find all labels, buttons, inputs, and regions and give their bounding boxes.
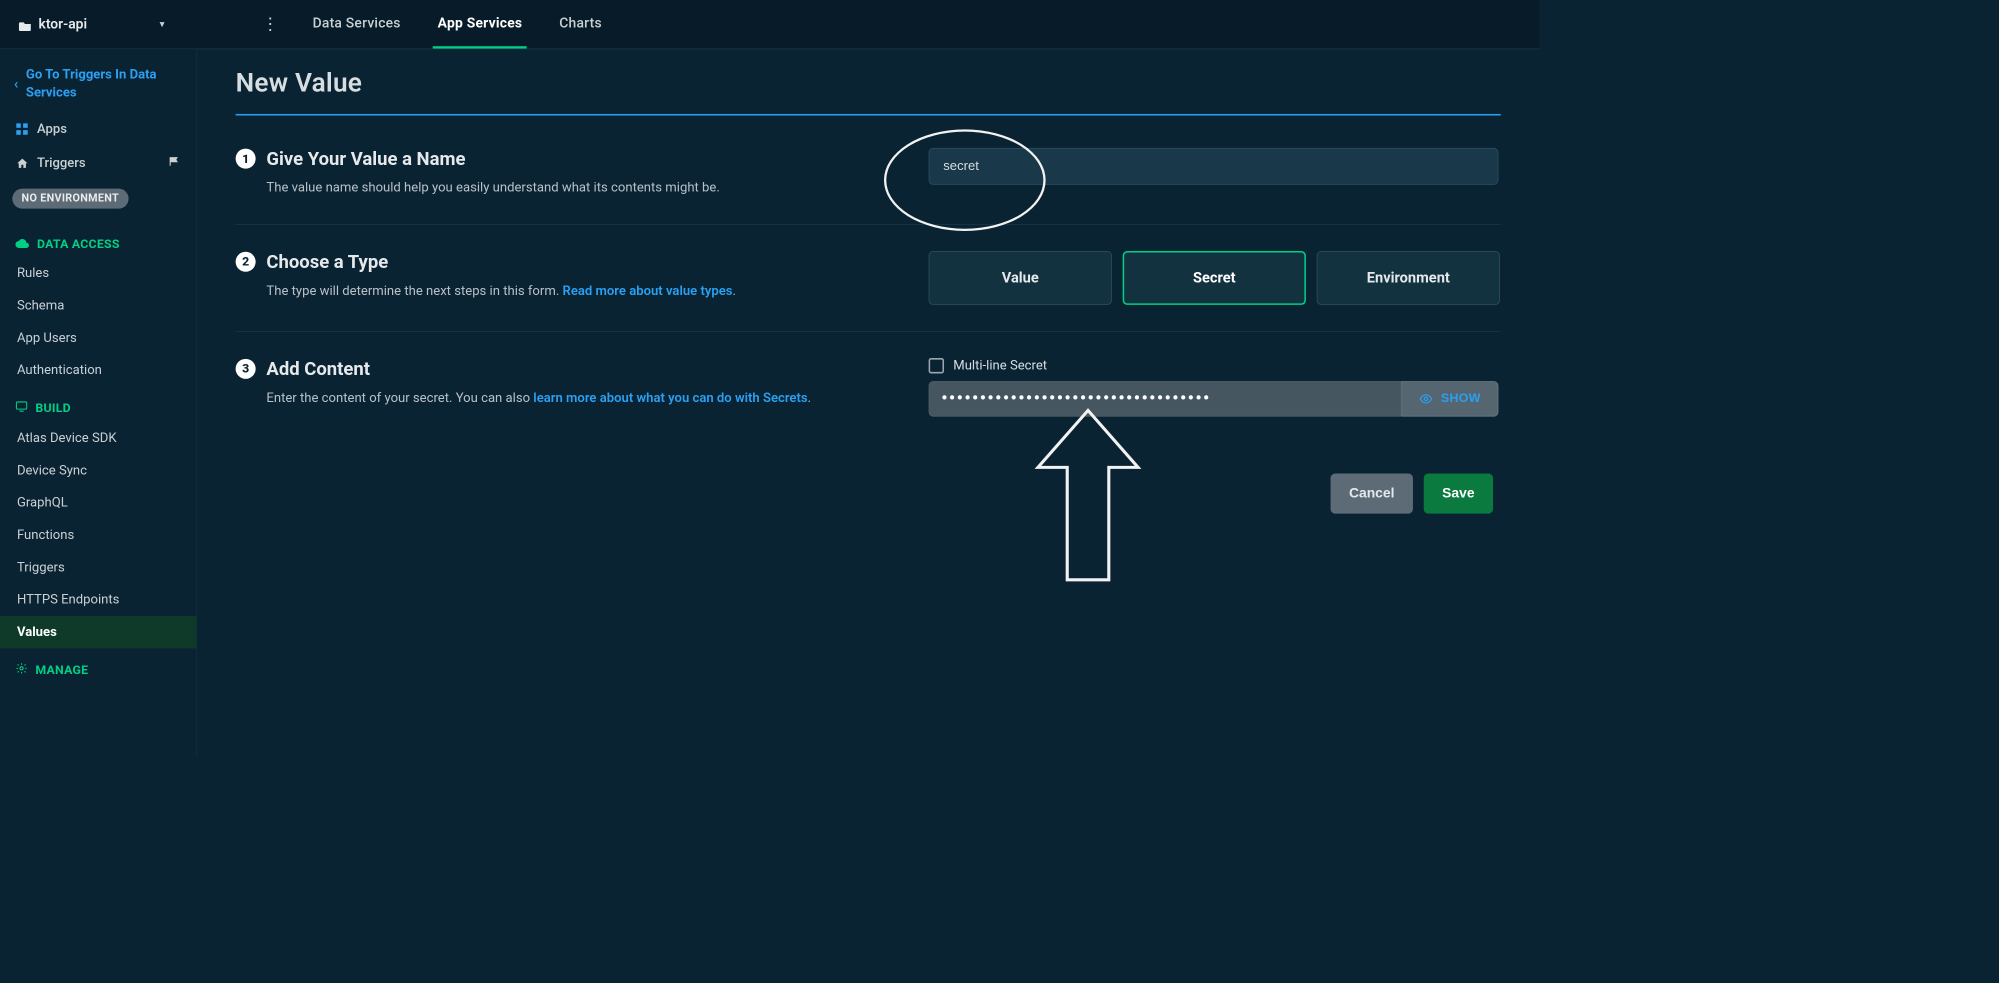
secret-content-input[interactable] xyxy=(929,381,1402,416)
show-label: SHOW xyxy=(1441,392,1481,406)
folder-icon xyxy=(18,19,32,30)
chevron-down-icon: ▼ xyxy=(158,19,166,29)
sidebar-item-atlas-sdk[interactable]: Atlas Device SDK xyxy=(0,422,196,454)
main-content: New Value 1 Give Your Value a Name The v… xyxy=(197,49,1539,757)
chevron-left-icon: ‹ xyxy=(14,76,18,95)
home-icon xyxy=(15,157,29,171)
sidebar-item-app-users[interactable]: App Users xyxy=(0,322,196,354)
sidebar-item-functions[interactable]: Functions xyxy=(0,519,196,551)
form-actions: Cancel Save xyxy=(236,473,1501,513)
sidebar-item-label: Apps xyxy=(37,122,67,137)
sidebar-item-rules[interactable]: Rules xyxy=(0,257,196,289)
value-name-input[interactable] xyxy=(929,148,1499,185)
sidebar: ‹ Go To Triggers In Data Services Apps T… xyxy=(0,49,197,757)
value-types-link[interactable]: Read more about value types xyxy=(563,283,733,298)
back-to-triggers[interactable]: ‹ Go To Triggers In Data Services xyxy=(0,63,196,112)
sidebar-item-triggers-root[interactable]: Triggers xyxy=(0,146,196,181)
step-2-title: Choose a Type xyxy=(266,251,897,273)
section-data-access: DATA ACCESS xyxy=(0,222,196,257)
step-badge-3: 3 xyxy=(236,359,256,379)
save-button[interactable]: Save xyxy=(1424,473,1493,513)
cloud-icon xyxy=(15,236,29,251)
flag-icon xyxy=(169,155,181,171)
tab-app-services[interactable]: App Services xyxy=(433,0,527,48)
tab-charts[interactable]: Charts xyxy=(555,0,607,48)
sidebar-item-schema[interactable]: Schema xyxy=(0,289,196,321)
eye-icon xyxy=(1419,392,1433,406)
type-option-secret[interactable]: Secret xyxy=(1123,251,1306,305)
multiline-label: Multi-line Secret xyxy=(953,358,1047,373)
back-label: Go To Triggers In Data Services xyxy=(26,66,181,101)
secrets-learn-more-link[interactable]: learn more about what you can do with Se… xyxy=(533,390,807,405)
step-badge-1: 1 xyxy=(236,149,256,169)
project-selector[interactable]: ktor-api ▼ xyxy=(18,16,251,32)
step-3-desc: Enter the content of your secret. You ca… xyxy=(266,389,897,408)
step-badge-2: 2 xyxy=(236,252,256,272)
step-2-desc: The type will determine the next steps i… xyxy=(266,282,897,301)
step-2: 2 Choose a Type The type will determine … xyxy=(236,225,1501,332)
step-3: 3 Add Content Enter the content of your … xyxy=(236,332,1501,443)
step-1: 1 Give Your Value a Name The value name … xyxy=(236,122,1501,225)
monitor-icon xyxy=(15,400,27,415)
sidebar-item-graphql[interactable]: GraphQL xyxy=(0,487,196,519)
sidebar-item-label: Triggers xyxy=(37,156,86,171)
multiline-checkbox[interactable]: Multi-line Secret xyxy=(929,358,1501,373)
checkbox-icon xyxy=(929,358,944,373)
tab-data-services[interactable]: Data Services xyxy=(308,0,405,48)
page-title: New Value xyxy=(236,68,1501,99)
cancel-button[interactable]: Cancel xyxy=(1330,473,1412,513)
topbar: ktor-api ▼ ⋮ Data Services App Services … xyxy=(0,0,1539,49)
apps-icon xyxy=(15,122,29,136)
section-build: BUILD xyxy=(0,386,196,421)
section-manage: MANAGE xyxy=(0,648,196,683)
type-selector: Value Secret Environment xyxy=(929,251,1501,305)
show-secret-button[interactable]: SHOW xyxy=(1402,381,1499,416)
sidebar-item-authentication[interactable]: Authentication xyxy=(0,354,196,386)
sidebar-item-device-sync[interactable]: Device Sync xyxy=(0,454,196,486)
step-1-title: Give Your Value a Name xyxy=(266,148,897,170)
sidebar-item-triggers[interactable]: Triggers xyxy=(0,551,196,583)
type-option-value[interactable]: Value xyxy=(929,251,1112,305)
sidebar-item-apps[interactable]: Apps xyxy=(0,112,196,146)
top-tabs: Data Services App Services Charts xyxy=(308,0,606,48)
type-option-environment[interactable]: Environment xyxy=(1317,251,1500,305)
step-3-title: Add Content xyxy=(266,358,897,380)
sidebar-item-https-endpoints[interactable]: HTTPS Endpoints xyxy=(0,584,196,616)
header-divider xyxy=(236,114,1501,116)
project-name: ktor-api xyxy=(39,16,88,32)
step-1-desc: The value name should help you easily un… xyxy=(266,179,897,198)
more-menu[interactable]: ⋮ xyxy=(251,15,289,34)
gear-icon xyxy=(15,662,27,677)
sidebar-item-values[interactable]: Values xyxy=(0,616,196,648)
environment-badge: NO ENVIRONMENT xyxy=(12,189,128,209)
